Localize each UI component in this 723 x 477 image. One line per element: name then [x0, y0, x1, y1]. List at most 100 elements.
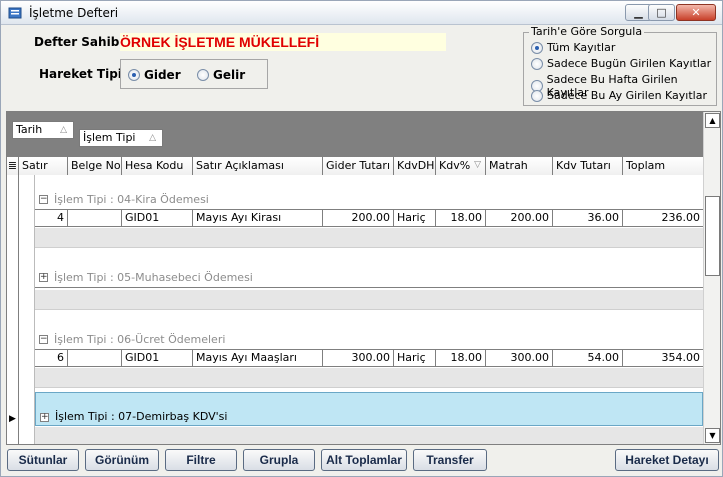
- app-window: İşletme Defteri ▁ □ ✕ Defter Sahibi : ÖR…: [0, 0, 723, 477]
- movement-type-label: Hareket Tipi :: [39, 67, 131, 81]
- vertical-scrollbar[interactable]: ▲ ▼: [703, 112, 720, 444]
- cell-toplam[interactable]: 354.00: [623, 350, 703, 367]
- transfer-button[interactable]: Transfer: [413, 449, 487, 471]
- cell-hesap-kodu[interactable]: GID01: [122, 210, 193, 227]
- columns-button[interactable]: Sütunlar: [7, 449, 79, 471]
- column-header[interactable]: Toplam: [623, 157, 703, 175]
- cell-matrah[interactable]: 300.00: [486, 350, 553, 367]
- cell-kdv-oran[interactable]: 18.00: [436, 210, 486, 227]
- maximize-button[interactable]: □: [648, 4, 675, 21]
- cell-gider-tutari[interactable]: 300.00: [323, 350, 394, 367]
- cell-kdvdh[interactable]: Hariç: [394, 350, 436, 367]
- collapse-icon[interactable]: −: [39, 195, 48, 204]
- date-filter-month-radio[interactable]: Sadece Bu Ay Girilen Kayıtlar: [531, 89, 707, 102]
- cell-kdvdh[interactable]: Hariç: [394, 210, 436, 227]
- radio-unselected-icon: [531, 57, 543, 70]
- radio-selected-icon: [531, 41, 543, 54]
- date-filter-option: Tüm Kayıtlar: [547, 41, 616, 54]
- radio-unselected-icon: [197, 69, 209, 81]
- maximize-icon: □: [656, 6, 667, 19]
- cell-hesap-kodu[interactable]: GID01: [122, 350, 193, 367]
- expand-icon[interactable]: +: [40, 413, 49, 422]
- scroll-up-icon[interactable]: ▲: [705, 113, 720, 128]
- group-footer-row: [35, 228, 703, 248]
- cell-satir[interactable]: 4: [35, 210, 68, 227]
- filter-button[interactable]: Filtre: [165, 449, 237, 471]
- cell-belge-no[interactable]: [68, 210, 122, 227]
- column-header[interactable]: KdvDH: [394, 157, 436, 175]
- movement-gider-label: Gider: [144, 68, 181, 82]
- cell-matrah[interactable]: 200.00: [486, 210, 553, 227]
- owner-label: Defter Sahibi :: [34, 35, 133, 49]
- expand-icon[interactable]: +: [39, 273, 48, 282]
- sort-asc-icon: △: [60, 125, 67, 135]
- group-chip-label: Tarih: [16, 123, 43, 136]
- column-chooser-icon[interactable]: ≣: [7, 157, 19, 175]
- scroll-thumb[interactable]: [705, 196, 720, 276]
- cell-aciklama[interactable]: Mayıs Ayı Maaşları: [193, 350, 323, 367]
- column-header[interactable]: Satır Açıklaması: [193, 157, 323, 175]
- close-icon: ✕: [691, 6, 701, 19]
- cell-kdv-oran[interactable]: 18.00: [436, 350, 486, 367]
- column-header[interactable]: Hesa Kodu: [122, 157, 193, 175]
- date-filter-group: Tüm Kayıtlar Sadece Bugün Girilen Kayıtl…: [523, 32, 717, 106]
- close-button[interactable]: ✕: [676, 4, 716, 21]
- column-header-label: Kdv%: [439, 159, 471, 172]
- movement-gelir-label: Gelir: [213, 68, 246, 82]
- radio-selected-icon: [128, 69, 140, 81]
- movement-type-group: Gider Gelir: [120, 59, 268, 89]
- date-filter-all-radio[interactable]: Tüm Kayıtlar: [531, 41, 615, 54]
- column-header-row: ≣ Satır Belge No Hesa Kodu Satır Açıklam…: [7, 157, 703, 175]
- cell-belge-no[interactable]: [68, 350, 122, 367]
- cell-gider-tutari[interactable]: 200.00: [323, 210, 394, 227]
- subtotals-button[interactable]: Alt Toplamlar: [321, 449, 407, 471]
- group-row[interactable]: − İşlem Tipi : 04-Kira Ödemesi: [35, 190, 703, 210]
- group-label: İşlem Tipi : 05-Muhasebeci Ödemesi: [54, 271, 253, 284]
- column-header[interactable]: Satır: [19, 157, 68, 175]
- radio-unselected-icon: [531, 89, 543, 102]
- records-grid: Tarih △ İşlem Tipi △ ≣ Satır Belge No He…: [6, 111, 721, 445]
- collapse-icon[interactable]: −: [39, 335, 48, 344]
- table-row[interactable]: 6 GID01 Mayıs Ayı Maaşları 300.00 Hariç …: [35, 349, 703, 367]
- group-footer-row: [35, 368, 703, 388]
- current-row-arrow-icon: ▶: [9, 414, 16, 424]
- movement-detail-button[interactable]: Hareket Detayı: [615, 449, 719, 471]
- movement-gider-radio[interactable]: Gider: [128, 68, 181, 82]
- column-header-kdv[interactable]: Kdv% ▽: [436, 157, 486, 175]
- group-footer-row: [35, 290, 703, 310]
- group-by-panel: Tarih △ İşlem Tipi △: [7, 112, 703, 157]
- date-filter-today-radio[interactable]: Sadece Bugün Girilen Kayıtlar: [531, 57, 711, 70]
- cell-kdv-tutari[interactable]: 36.00: [553, 210, 623, 227]
- group-indent-column: [19, 175, 35, 444]
- view-button[interactable]: Görünüm: [85, 449, 159, 471]
- window-title: İşletme Defteri: [29, 6, 119, 20]
- sort-desc-icon: ▽: [474, 160, 481, 170]
- group-chip-tarih[interactable]: Tarih △: [12, 121, 74, 139]
- title-bar: İşletme Defteri ▁ □ ✕: [1, 1, 722, 25]
- column-header[interactable]: Gider Tutarı: [323, 157, 394, 175]
- group-button[interactable]: Grupla: [243, 449, 315, 471]
- cell-aciklama[interactable]: Mayıs Ayı Kirası: [193, 210, 323, 227]
- group-label: İşlem Tipi : 06-Ücret Ödemeleri: [54, 333, 226, 346]
- group-chip-islem-tipi[interactable]: İşlem Tipi △: [79, 129, 163, 147]
- group-row[interactable]: + İşlem Tipi : 05-Muhasebeci Ödemesi: [35, 268, 703, 288]
- group-footer-row: [35, 427, 703, 444]
- cell-satir[interactable]: 6: [35, 350, 68, 367]
- column-header[interactable]: Kdv Tutarı: [553, 157, 623, 175]
- app-icon: [8, 7, 22, 19]
- cell-toplam[interactable]: 236.00: [623, 210, 703, 227]
- group-row[interactable]: − İşlem Tipi : 06-Ücret Ödemeleri: [35, 330, 703, 350]
- date-filter-legend: Tarih'e Göre Sorgula: [529, 25, 645, 38]
- scroll-down-icon[interactable]: ▼: [705, 428, 720, 443]
- group-chip-label: İşlem Tipi: [83, 131, 136, 144]
- sort-asc-icon: △: [149, 133, 156, 143]
- date-filter-option: Sadece Bu Ay Girilen Kayıtlar: [547, 89, 707, 102]
- cell-kdv-tutari[interactable]: 54.00: [553, 350, 623, 367]
- movement-gelir-radio[interactable]: Gelir: [197, 68, 245, 82]
- row-indicator-column: [7, 175, 19, 444]
- group-row-selected[interactable]: + İşlem Tipi : 07-Demirbaş KDV'si: [35, 392, 703, 426]
- date-filter-option: Sadece Bugün Girilen Kayıtlar: [547, 57, 712, 70]
- table-row[interactable]: 4 GID01 Mayıs Ayı Kirası 200.00 Hariç 18…: [35, 209, 703, 227]
- column-header[interactable]: Matrah: [486, 157, 553, 175]
- column-header[interactable]: Belge No: [68, 157, 122, 175]
